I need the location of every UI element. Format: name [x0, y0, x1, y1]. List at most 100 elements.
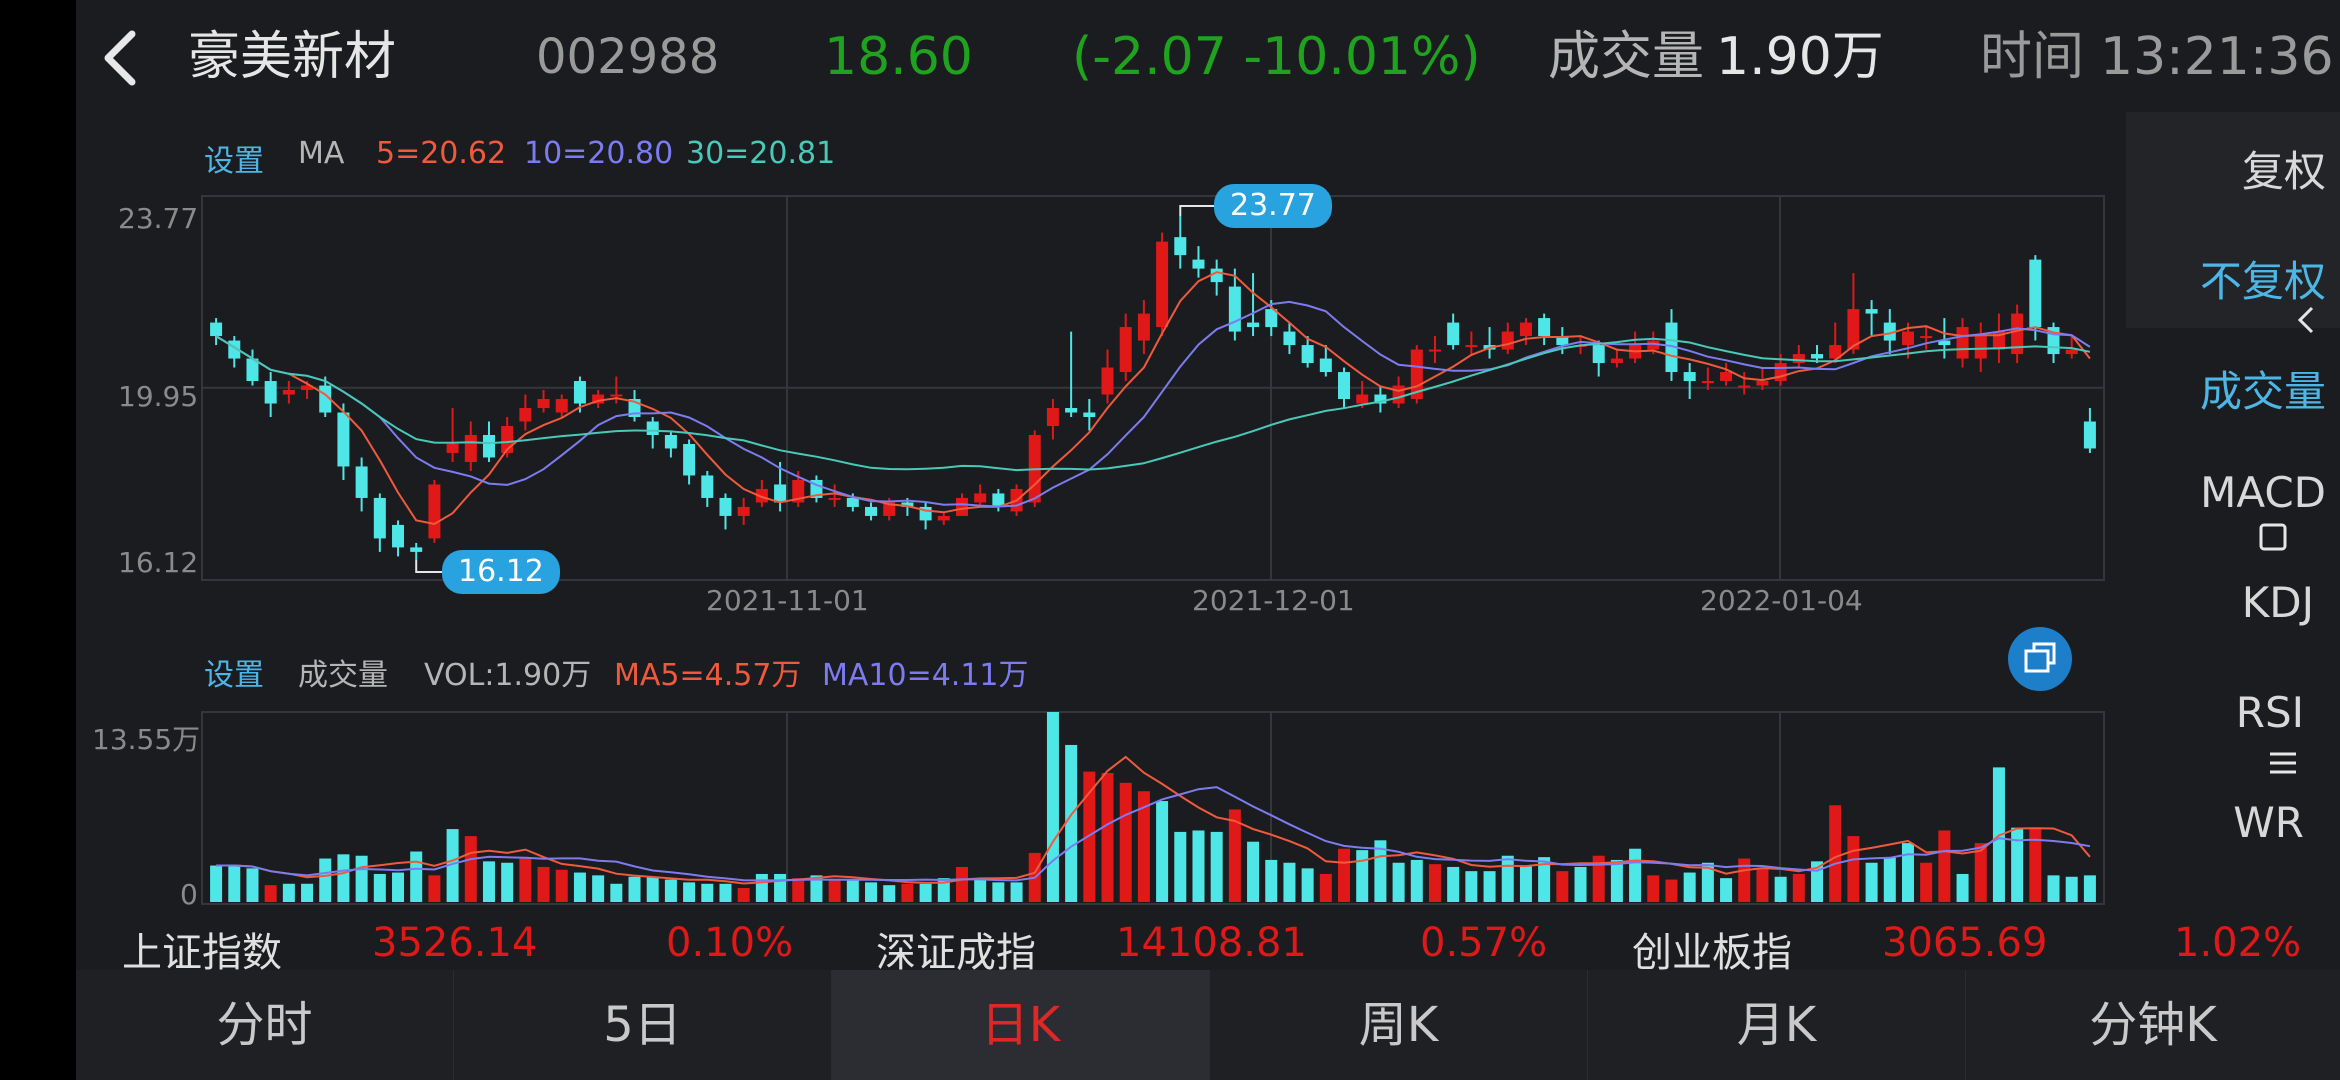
- candle-body: [355, 466, 368, 498]
- tab-fenshi[interactable]: 分时: [76, 970, 454, 1080]
- candle-body: [2065, 349, 2078, 355]
- candle-body: [1465, 345, 1478, 348]
- candle-body: [1156, 241, 1169, 328]
- period-tabs: 分时 5日 日K 周K 月K 分钟K: [76, 970, 2340, 1080]
- high-price-marker: 23.77: [1214, 184, 1332, 228]
- menu-kdj[interactable]: KDJ: [2242, 578, 2314, 627]
- candle-body: [1065, 408, 1078, 413]
- volume-ma-line: [216, 786, 2091, 882]
- menu-fuquan[interactable]: 复权: [2242, 138, 2326, 199]
- vol-ma5-value: MA5=4.57万: [614, 658, 802, 693]
- menu-macd[interactable]: MACD: [2200, 468, 2326, 517]
- time-value: 13:21:36: [2100, 27, 2334, 87]
- tab-5ri[interactable]: 5日: [454, 970, 832, 1080]
- chevron-left-small-icon[interactable]: [2292, 300, 2320, 340]
- volume-bar: [537, 866, 550, 902]
- volume-bar: [464, 836, 477, 902]
- candle-body: [1592, 345, 1605, 364]
- volume-bar: [337, 854, 350, 902]
- volume-bar: [2047, 875, 2060, 902]
- volume-bar: [1465, 871, 1478, 902]
- volume-bar: [719, 883, 732, 902]
- vol-value: VOL:1.90万: [424, 658, 592, 693]
- candle-body: [1720, 372, 1733, 382]
- candle-body: [282, 390, 295, 395]
- candle-body: [1083, 412, 1096, 418]
- volume-ma-line: [216, 755, 2091, 885]
- volume-bar: [1956, 873, 1969, 902]
- ma-settings-link[interactable]: 设置: [204, 136, 264, 180]
- tab-yuek[interactable]: 月K: [1588, 970, 1966, 1080]
- ma-line: [215, 271, 2091, 526]
- ma30-value: 30=20.81: [686, 136, 836, 171]
- vol-axis-top: 13.55万: [92, 723, 201, 756]
- volume-bar: [1774, 876, 1787, 902]
- candle-body: [1519, 322, 1532, 337]
- expand-toggle-button[interactable]: [2008, 627, 2072, 691]
- volume-bar: [519, 858, 532, 902]
- volume-bar: [1829, 805, 1842, 902]
- candle-body: [719, 497, 732, 516]
- candle-body: [974, 493, 987, 503]
- volume-bar: [919, 883, 932, 902]
- candle-body: [1701, 381, 1714, 384]
- candle-body: [1920, 336, 1933, 339]
- candle-body: [828, 497, 841, 500]
- candle-body: [701, 475, 714, 498]
- ma-line: [215, 300, 2091, 508]
- candle-body: [610, 394, 623, 397]
- candle-body: [573, 381, 586, 404]
- vol-settings-link[interactable]: 设置: [204, 650, 264, 694]
- candle-body: [392, 524, 405, 548]
- volume-bar: [1447, 866, 1460, 902]
- candle-body: [1137, 313, 1150, 341]
- volume-bar: [1519, 865, 1532, 902]
- menu-wr[interactable]: WR: [2233, 798, 2304, 847]
- tab-fenzhongk[interactable]: 分钟K: [1966, 970, 2340, 1080]
- low-price-marker: 16.12: [442, 550, 560, 594]
- volume-bar: [901, 883, 914, 902]
- volume-bar: [755, 873, 768, 902]
- volume-bar: [1065, 744, 1078, 902]
- candle-body: [737, 506, 750, 516]
- volume-bar: [410, 851, 423, 902]
- volume-bar: [246, 868, 259, 902]
- candle-body: [2029, 259, 2042, 328]
- volume-bar: [1574, 866, 1587, 902]
- menu-rsi[interactable]: RSI: [2236, 688, 2304, 737]
- candle-body: [1610, 358, 1623, 364]
- volume-bar: [683, 882, 696, 902]
- volume-bar: [264, 885, 277, 902]
- volume-bar: [865, 882, 878, 902]
- vol-axis-bottom: 0: [180, 878, 198, 911]
- tab-zhouk[interactable]: 周K: [1210, 970, 1588, 1080]
- candle-body: [1101, 367, 1114, 395]
- volume-bar: [1901, 843, 1914, 902]
- volume-bar: [1283, 862, 1296, 902]
- volume-bar: [1174, 831, 1187, 902]
- volume-bar: [1756, 868, 1769, 902]
- candle-body: [1811, 354, 1824, 359]
- volume-bar: [210, 865, 223, 902]
- menu-chengjiaoliang[interactable]: 成交量: [2200, 358, 2326, 419]
- volume-bar: [1392, 862, 1405, 902]
- high-marker-leader: [1179, 205, 1214, 216]
- candle-body: [646, 421, 659, 435]
- candle-body: [337, 412, 350, 467]
- volume-bar: [1247, 841, 1260, 902]
- menu-lines-icon[interactable]: [2268, 748, 2298, 778]
- volume-bar: [701, 883, 714, 902]
- moving-average-lines: [215, 271, 2091, 526]
- candle-body: [1956, 327, 1969, 359]
- volume-bar: [1301, 868, 1314, 902]
- date-label: 2021-12-01: [1192, 584, 1355, 617]
- volume-ma-lines: [216, 755, 2091, 885]
- candle-body: [446, 443, 459, 453]
- volume-bar: [1556, 871, 1569, 902]
- candle-body: [955, 497, 968, 516]
- volume-bar: [646, 876, 659, 902]
- square-icon[interactable]: [2258, 522, 2288, 552]
- candle-body: [937, 515, 950, 521]
- tab-rik[interactable]: 日K: [832, 970, 1210, 1080]
- volume-bar: [1629, 848, 1642, 902]
